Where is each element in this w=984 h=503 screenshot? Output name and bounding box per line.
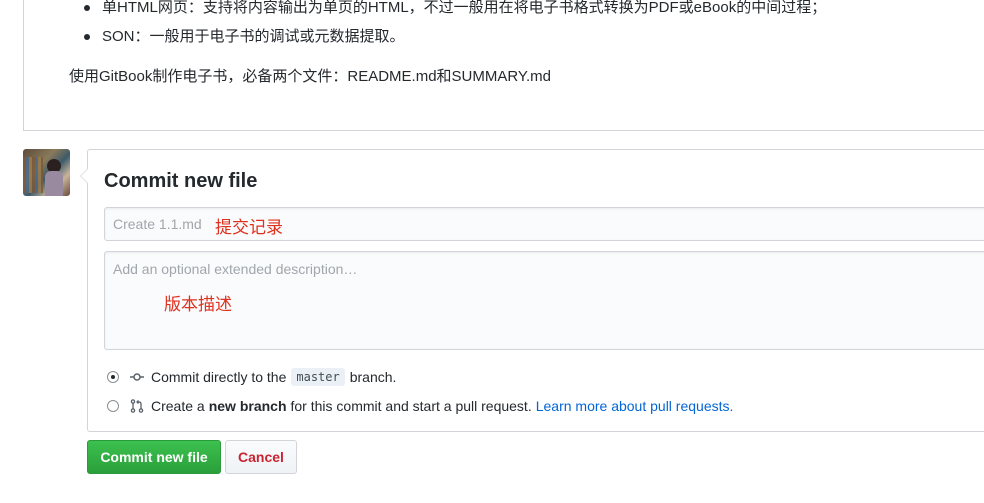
readme-preview: 单HTML网页：支持将内容输出为单页的HTML，不过一般用在将电子书格式转换为P…	[23, 0, 984, 131]
cancel-button[interactable]: Cancel	[225, 440, 297, 474]
commit-form: Commit new file 提交记录 版本描述 Commit directl…	[80, 149, 984, 432]
option-new-branch-bold: new branch	[208, 398, 287, 414]
readme-paragraph: 使用GitBook制作电子书，必备两个文件：README.md和SUMMARY.…	[69, 68, 552, 85]
readme-bullet-list: 单HTML网页：支持将内容输出为单页的HTML，不过一般用在将电子书格式转换为P…	[84, 0, 826, 56]
option-direct-suffix: branch.	[349, 369, 397, 385]
learn-more-link[interactable]: Learn more about pull requests.	[536, 398, 734, 414]
git-commit-icon	[130, 373, 144, 381]
list-item: SON：一般用于电子书的调试或元数据提取。	[84, 27, 826, 56]
commit-description-textarea[interactable]	[104, 251, 984, 350]
option-new-branch-suffix: for this commit and start a pull request…	[290, 398, 532, 414]
option-new-branch-prefix: Create a	[151, 398, 205, 414]
commit-new-branch-option[interactable]: Create a new branch for this commit and …	[107, 396, 733, 416]
git-pull-request-icon	[130, 399, 144, 413]
radio-icon[interactable]	[107, 371, 119, 383]
commit-title: Commit new file	[104, 170, 258, 192]
commit-new-file-button[interactable]: Commit new file	[87, 440, 221, 474]
summary-annotation: 提交记录	[215, 218, 283, 238]
branch-name: master	[291, 368, 345, 386]
description-annotation: 版本描述	[164, 295, 232, 315]
radio-icon[interactable]	[107, 400, 119, 412]
avatar[interactable]	[23, 149, 70, 196]
list-item: 单HTML网页：支持将内容输出为单页的HTML，不过一般用在将电子书格式转换为P…	[84, 0, 826, 27]
option-direct-prefix: Commit directly to the	[151, 369, 287, 385]
commit-direct-option[interactable]: Commit directly to the master branch.	[107, 367, 396, 387]
